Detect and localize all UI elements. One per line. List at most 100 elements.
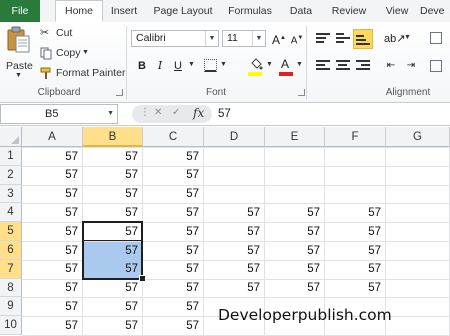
cell-b4[interactable]: 57	[83, 204, 142, 223]
clipboard-dialog-launcher-icon[interactable]	[116, 89, 123, 96]
cell-b5[interactable]: 57	[83, 223, 142, 242]
tab-page-layout[interactable]: Page Layout	[150, 0, 216, 22]
cell-g1[interactable]	[386, 148, 449, 167]
cell-a1[interactable]: 57	[22, 148, 82, 167]
row-header-9[interactable]: 9	[0, 297, 22, 317]
italic-button[interactable]: I	[151, 57, 169, 75]
underline-button[interactable]: U	[169, 57, 187, 75]
cell-c6[interactable]: 57	[143, 242, 203, 261]
cell-b1[interactable]: 57	[83, 148, 142, 167]
cell-g7[interactable]	[386, 260, 449, 279]
font-size-select[interactable]: 11 ▼	[222, 30, 266, 47]
row-header-10[interactable]: 10	[0, 316, 22, 335]
cell-e7[interactable]: 57	[265, 260, 324, 279]
cell-e2[interactable]	[265, 166, 324, 185]
tab-insert[interactable]: Insert	[104, 0, 144, 22]
cell-c1[interactable]: 57	[143, 148, 203, 167]
cell-d2[interactable]	[204, 166, 264, 185]
row-header-2[interactable]: 2	[0, 165, 22, 185]
select-all-button[interactable]	[0, 127, 22, 147]
row-header-5[interactable]: 5	[0, 222, 22, 241]
align-right-button[interactable]	[354, 57, 372, 75]
align-left-button[interactable]	[314, 57, 332, 75]
cell-e8[interactable]: 57	[265, 279, 324, 298]
row-header-7[interactable]: 7	[0, 259, 22, 279]
cell-g5[interactable]	[386, 223, 449, 242]
cell-g3[interactable]	[386, 185, 449, 204]
row-header-6[interactable]: 6	[0, 241, 22, 260]
cell-a8[interactable]: 57	[22, 279, 82, 298]
cell-e4[interactable]: 57	[265, 204, 324, 223]
cell-b7[interactable]: 57	[83, 260, 142, 280]
cell-a7[interactable]: 57	[22, 260, 82, 279]
orientation-icon[interactable]: ab↗	[384, 30, 405, 48]
cell-f2[interactable]	[325, 166, 385, 185]
cell-a9[interactable]: 57	[22, 298, 82, 317]
cell-a4[interactable]: 57	[22, 204, 82, 223]
row-header-3[interactable]: 3	[0, 184, 22, 204]
cell-a10[interactable]: 57	[22, 317, 82, 336]
bottom-align-button[interactable]	[353, 29, 373, 49]
cell-g10[interactable]	[386, 317, 449, 336]
row-header-1[interactable]: 1	[0, 147, 22, 166]
cell-b2[interactable]: 57	[83, 166, 142, 185]
cell-d4[interactable]: 57	[204, 204, 264, 223]
cell-f4[interactable]: 57	[325, 204, 385, 223]
cell-b9[interactable]: 57	[83, 298, 142, 317]
column-header-g[interactable]: G	[386, 127, 450, 147]
tab-home[interactable]: Home	[55, 0, 103, 22]
cell-a2[interactable]: 57	[22, 166, 82, 185]
tab-file[interactable]: File	[0, 0, 40, 22]
cell-f5[interactable]: 57	[325, 223, 385, 242]
confirm-entry-icon[interactable]: ✓	[172, 107, 180, 118]
cell-c9[interactable]: 57	[143, 298, 203, 317]
cell-c10[interactable]: 57	[143, 317, 203, 336]
column-header-d[interactable]: D	[204, 127, 265, 147]
cell-c2[interactable]: 57	[143, 166, 203, 185]
top-align-button[interactable]	[314, 30, 332, 48]
font-dialog-launcher-icon[interactable]	[298, 89, 305, 96]
cell-d7[interactable]: 57	[204, 260, 264, 279]
tab-developer[interactable]: Deve	[420, 0, 450, 22]
cell-f7[interactable]: 57	[325, 260, 385, 279]
decrease-indent-icon[interactable]: ⇤	[382, 57, 400, 75]
formula-input[interactable]: 57	[212, 104, 450, 124]
cell-c4[interactable]: 57	[143, 204, 203, 223]
tab-formulas[interactable]: Formulas	[223, 0, 277, 22]
column-header-c[interactable]: C	[143, 127, 204, 147]
chevron-down-icon[interactable]: ▼	[404, 34, 411, 41]
copy-button[interactable]: Copy ▼	[38, 46, 98, 62]
paste-button[interactable]: Paste ▼	[2, 24, 36, 82]
cell-b10[interactable]: 57	[83, 317, 142, 336]
cell-d1[interactable]	[204, 148, 264, 167]
borders-icon[interactable]	[204, 59, 217, 72]
cell-f1[interactable]	[325, 148, 385, 167]
cell-g4[interactable]	[386, 204, 449, 223]
cell-a5[interactable]: 57	[22, 223, 82, 242]
cell-g6[interactable]	[386, 242, 449, 261]
chevron-down-icon[interactable]: ▼	[296, 61, 303, 68]
insert-function-button[interactable]: fx	[193, 106, 204, 120]
cell-b6[interactable]: 57	[83, 241, 142, 261]
chevron-down-icon[interactable]: ▼	[188, 61, 195, 68]
cell-d6[interactable]: 57	[204, 242, 264, 261]
tab-view[interactable]: View	[380, 0, 414, 22]
column-header-e[interactable]: E	[265, 127, 325, 147]
cell-c5[interactable]: 57	[143, 223, 203, 242]
cell-f6[interactable]: 57	[325, 242, 385, 261]
column-header-f[interactable]: F	[325, 127, 386, 147]
format-painter-button[interactable]: Format Painter	[38, 66, 125, 82]
cell-d5[interactable]: 57	[204, 223, 264, 242]
tab-data[interactable]: Data	[284, 0, 318, 22]
column-header-a[interactable]: A	[22, 127, 83, 147]
increase-indent-icon[interactable]: ⇥	[402, 57, 420, 75]
cell-b8[interactable]: 57	[83, 279, 142, 298]
cell-f3[interactable]	[325, 185, 385, 204]
cell-a3[interactable]: 57	[22, 185, 82, 204]
cell-c8[interactable]: 57	[143, 279, 203, 298]
column-header-b[interactable]: B	[83, 127, 143, 147]
wrap-text-icon[interactable]	[430, 32, 442, 44]
bold-button[interactable]: B	[133, 57, 151, 75]
worksheet-grid[interactable]: A B C D E F G 1 57 57 57 2 57 57 57 3 57 57 57 4 57 57…	[0, 127, 450, 336]
cell-g9[interactable]	[386, 298, 449, 317]
